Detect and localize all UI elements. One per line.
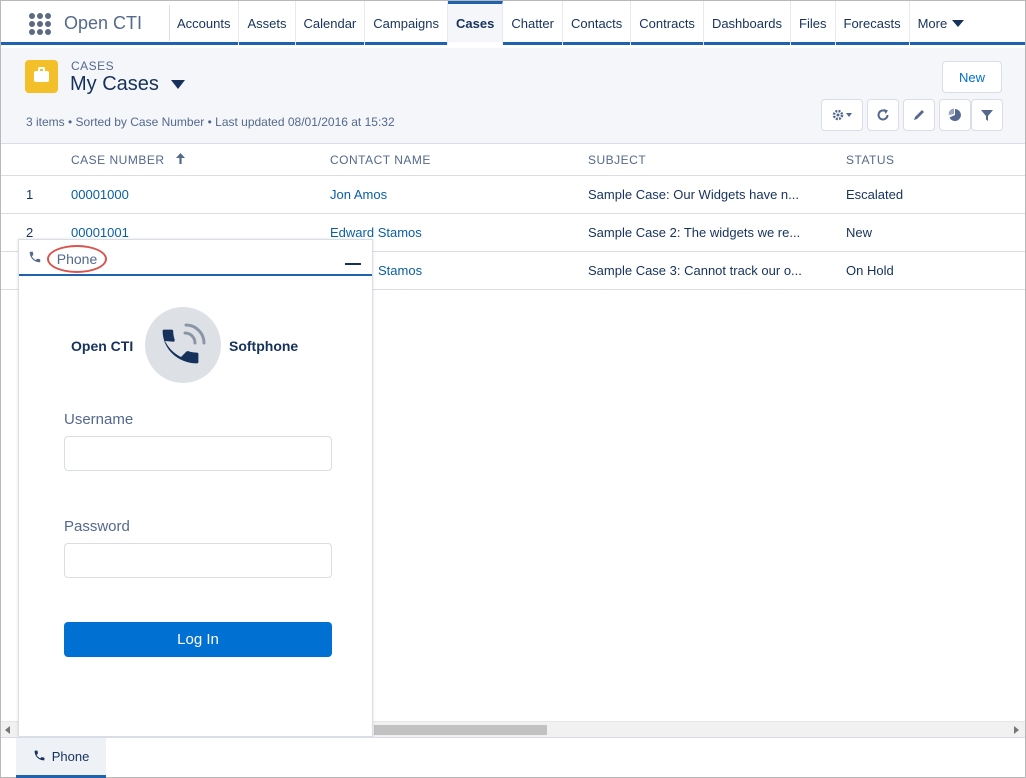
column-header-contact-name[interactable]: CONTACT NAME [330,153,431,167]
table-header: CASE NUMBER CONTACT NAME SUBJECT STATUS [1,144,1025,176]
list-view-selector[interactable]: My Cases [70,73,185,96]
phone-panel-title: Phone [47,245,107,273]
subject-text: Sample Case 2: The widgets we re... [588,225,801,240]
brand-left-label: Open CTI [71,338,134,354]
subject-text: Sample Case: Our Widgets have n... [588,187,799,202]
column-header-case-number[interactable]: CASE NUMBER [71,153,186,167]
status-text: New [846,225,873,240]
row-number: 1 [26,187,34,202]
table-row: 1 00001000 Jon Amos Sample Case: Our Wid… [1,176,1025,214]
list-meta-info: 3 items • Sorted by Case Number • Last u… [26,115,395,129]
column-header-status[interactable]: STATUS [846,153,895,167]
nav-item-cases[interactable]: Cases [448,1,504,45]
minimize-icon[interactable] [345,263,361,265]
case-briefcase-icon [25,60,58,93]
nav-item-chatter[interactable]: Chatter [503,1,563,45]
nav-item-contracts[interactable]: Contracts [631,1,704,45]
refresh-button[interactable] [867,99,899,131]
new-case-button[interactable]: New [942,61,1002,93]
column-label: CASE NUMBER [71,153,165,167]
chart-icon [948,108,961,121]
case-number-link[interactable]: 00001001 [71,225,129,240]
utility-bar: Phone [1,737,1025,778]
scroll-left-icon[interactable] [5,726,10,734]
row-number: 2 [26,225,34,240]
contact-name-link[interactable]: Edward Stamos [330,225,422,240]
username-input[interactable] [64,436,332,471]
phone-panel: Phone Open CTI Softphone Username Passwo… [18,239,373,737]
subject-text: Sample Case 3: Cannot track our o... [588,263,802,278]
nav-item-contacts[interactable]: Contacts [563,1,632,45]
login-button[interactable]: Log In [64,622,332,657]
view-name: My Cases [70,73,159,95]
column-header-subject[interactable]: SUBJECT [588,153,646,167]
phone-panel-header: Phone [19,240,372,276]
nav-item-accounts[interactable]: Accounts [169,1,240,45]
nav-item-campaigns[interactable]: Campaigns [365,1,449,45]
nav-item-calendar[interactable]: Calendar [296,1,366,45]
nav-item-assets[interactable]: Assets [239,1,296,45]
edit-button[interactable] [903,99,935,131]
scrollbar-thumb[interactable] [374,725,547,735]
edit-icon [914,110,924,120]
chevron-down-icon[interactable] [170,80,185,89]
brand-right-label: Softphone [229,338,299,354]
chevron-down-icon [952,19,965,27]
password-label: Password [64,518,130,535]
password-input[interactable] [64,543,332,578]
object-label: CASES [71,59,115,73]
nav-item-files[interactable]: Files [791,1,836,45]
gear-icon [832,109,852,121]
scroll-right-icon[interactable] [1014,726,1019,734]
filter-icon [981,110,993,121]
contact-name-link[interactable]: Jon Amos [330,187,387,202]
top-nav: Open CTI Accounts Assets Calendar Campai… [1,1,1025,45]
list-settings-button[interactable] [821,99,863,131]
nav-items: Accounts Assets Calendar Campaigns Cases… [169,1,972,45]
charts-button[interactable] [939,99,971,131]
utility-phone-button[interactable]: Phone [16,738,106,778]
filter-button[interactable] [971,99,1003,131]
app-launcher-icon[interactable] [29,13,51,35]
username-label: Username [64,411,134,428]
phone-icon [28,250,42,268]
softphone-logo [145,307,221,383]
status-text: Escalated [846,187,904,202]
utility-phone-label: Phone [51,749,90,764]
more-label: More [917,15,948,31]
nav-item-more[interactable]: More [910,1,973,45]
phone-ringing-icon [162,323,206,364]
status-text: On Hold [846,263,894,278]
app-name: Open CTI [64,13,143,33]
phone-icon [33,749,46,765]
sort-ascending-icon [176,153,186,167]
contact-name-link[interactable]: Stamos [378,263,422,278]
refresh-icon [877,109,889,121]
list-view-header: CASES My Cases 3 items • Sorted by Case … [1,48,1025,144]
nav-item-forecasts[interactable]: Forecasts [836,1,910,45]
case-number-link[interactable]: 00001000 [71,187,129,202]
nav-item-dashboards[interactable]: Dashboards [704,1,792,45]
